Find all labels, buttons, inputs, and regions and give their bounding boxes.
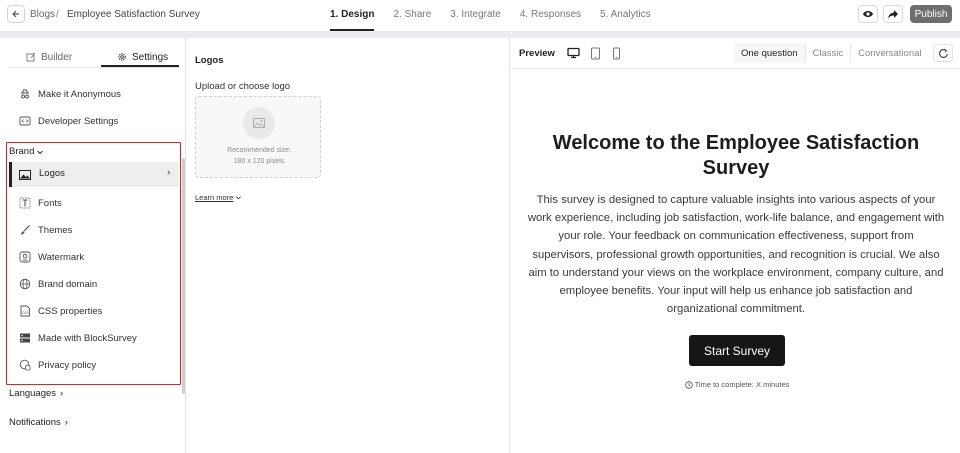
upload-label: Upload or choose logo: [195, 81, 291, 92]
preview-panel: Preview One question Classic Conversatio…: [511, 38, 960, 453]
step-design[interactable]: 1. Design: [330, 0, 375, 31]
step-analytics[interactable]: 5. Analytics: [600, 0, 651, 31]
upload-image-icon: [243, 107, 275, 139]
preview-button[interactable]: [858, 5, 878, 23]
privacy-icon: [19, 359, 31, 371]
sidebar-item-label: Brand domain: [38, 278, 98, 290]
arrow-left-icon: [12, 10, 19, 18]
font-icon: [19, 197, 31, 209]
sidebar-item-brand-domain[interactable]: Brand domain: [19, 277, 97, 291]
sidebar-scrollbar[interactable]: [182, 158, 185, 394]
tab-settings[interactable]: Settings: [117, 47, 168, 67]
mode-conversational[interactable]: Conversational: [851, 43, 928, 63]
edit-icon: [26, 52, 36, 62]
sidebar-item-made-with-blocksurvey[interactable]: Made with BlockSurvey: [19, 331, 137, 345]
top-bar: Blogs / Employee Satisfaction Survey 1. …: [0, 0, 960, 31]
sidebar-item-anonymous[interactable]: Make it Anonymous: [19, 87, 121, 101]
blocksurvey-icon: [19, 332, 31, 344]
sidebar-item-css-properties[interactable]: CSS CSS properties: [19, 304, 102, 318]
sidebar-item-label: Make it Anonymous: [38, 88, 121, 100]
refresh-icon: [938, 48, 948, 58]
notifications-label: Notifications: [9, 417, 61, 428]
learn-more-label: Learn more: [195, 193, 234, 202]
breadcrumb-current: Employee Satisfaction Survey: [67, 9, 200, 20]
sidebar-item-label: CSS properties: [38, 305, 103, 317]
sidebar-item-label: Made with BlockSurvey: [38, 332, 137, 344]
code-icon: [19, 115, 31, 127]
share-button[interactable]: [883, 5, 903, 23]
sidebar-item-developer-settings[interactable]: Developer Settings: [19, 114, 118, 128]
step-nav: 1. Design 2. Share 3. Integrate 4. Respo…: [330, 0, 670, 31]
sidebar-item-logos[interactable]: Logos ›: [9, 162, 179, 187]
breadcrumb-separator: /: [56, 9, 59, 20]
time-to-complete-label: Time to complete: X minutes: [694, 380, 790, 389]
preview-label: Preview: [519, 48, 555, 59]
tab-builder-label: Builder: [41, 51, 73, 63]
desktop-icon[interactable]: [566, 45, 580, 61]
tab-builder[interactable]: Builder: [26, 47, 72, 67]
survey-description: This survey is designed to capture valua…: [527, 194, 945, 316]
header-divider: [0, 31, 960, 38]
publish-button[interactable]: Publish: [910, 5, 952, 23]
brush-icon: [19, 224, 31, 236]
logos-panel: Logos Upload or choose logo Recommended …: [186, 38, 510, 453]
layout-mode-toggle: One question Classic Conversational: [734, 43, 929, 63]
chevron-right-icon: ›: [167, 167, 171, 178]
mode-classic[interactable]: Classic: [806, 43, 852, 63]
sidebar-item-label: Fonts: [38, 197, 62, 209]
survey-welcome-title: Welcome to the Employee Satisfaction Sur…: [552, 132, 920, 179]
mode-one-question[interactable]: One question: [734, 43, 806, 63]
back-button[interactable]: [7, 5, 25, 23]
sidebar-item-label: Themes: [38, 224, 73, 236]
preview-toolbar: Preview One question Classic Conversatio…: [511, 38, 960, 69]
step-responses[interactable]: 4. Responses: [520, 0, 581, 31]
image-icon: [19, 168, 31, 186]
watermark-icon: [19, 251, 31, 263]
sidebar-item-themes[interactable]: Themes: [19, 223, 72, 237]
languages-label: Languages: [9, 388, 57, 399]
brand-section-label: Brand: [9, 146, 35, 157]
recommended-size-label: Recommended size:: [227, 147, 291, 154]
languages-section-toggle[interactable]: Languages ›: [9, 388, 63, 399]
sidebar-item-label: Watermark: [38, 251, 85, 263]
breadcrumb-blogs[interactable]: Blogs: [30, 9, 55, 20]
sidebar-item-label: Developer Settings: [38, 115, 119, 127]
step-integrate[interactable]: 3. Integrate: [450, 0, 501, 31]
logos-panel-title: Logos: [195, 55, 224, 66]
globe-icon: [19, 278, 31, 290]
chevron-right-icon: ›: [60, 388, 64, 399]
svg-text:CSS: CSS: [22, 311, 30, 315]
sidebar-item-label: Logos: [39, 168, 65, 179]
recommended-size-value: 180 x 120 pixels: [233, 158, 285, 165]
chevron-down-icon: [236, 196, 242, 200]
logo-upload-dropzone[interactable]: Recommended size: 180 x 120 pixels: [195, 96, 321, 178]
sidebar-item-privacy-policy[interactable]: Privacy policy: [19, 358, 96, 372]
chevron-right-icon: ›: [64, 417, 68, 428]
gear-icon: [118, 53, 126, 61]
share-arrow-icon: [888, 10, 898, 19]
step-share[interactable]: 2. Share: [393, 0, 431, 31]
learn-more-link[interactable]: Learn more: [195, 193, 242, 202]
sidebar-item-fonts[interactable]: Fonts: [19, 196, 62, 210]
settings-sidebar: Builder Settings Make it Anonymous Devel…: [0, 38, 186, 453]
anonymous-icon: [19, 88, 31, 100]
notifications-section-toggle[interactable]: Notifications ›: [9, 417, 68, 428]
sidebar-item-watermark[interactable]: Watermark: [19, 250, 84, 264]
eye-icon: [863, 11, 873, 17]
tab-settings-label: Settings: [132, 51, 169, 63]
sidebar-item-label: Privacy policy: [38, 359, 97, 371]
tab-divider: [8, 67, 179, 68]
brand-section-toggle[interactable]: Brand: [9, 146, 44, 157]
refresh-button[interactable]: [933, 44, 953, 62]
start-survey-button[interactable]: Start Survey: [689, 335, 785, 366]
clock-icon: [684, 380, 693, 389]
tablet-icon[interactable]: [588, 45, 602, 61]
time-to-complete: Time to complete: X minutes: [511, 380, 960, 389]
mobile-icon[interactable]: [609, 45, 623, 61]
chevron-down-icon: [37, 150, 44, 154]
css-icon: CSS: [19, 305, 31, 317]
